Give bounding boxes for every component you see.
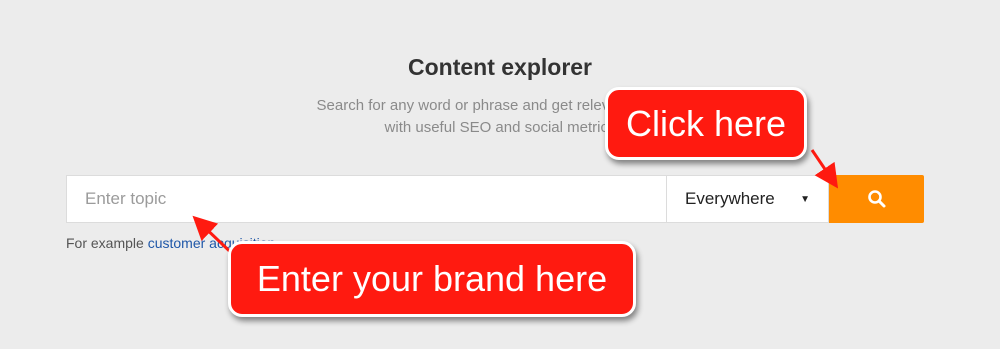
topic-search-input[interactable]	[66, 175, 666, 223]
page-subtitle: Search for any word or phrase and get re…	[0, 95, 1000, 139]
example-prefix: For example	[66, 235, 144, 251]
search-icon	[867, 190, 885, 208]
page-title: Content explorer	[407, 54, 593, 80]
callout-enter-brand: Enter your brand here	[228, 241, 636, 317]
search-button[interactable]	[829, 175, 924, 223]
subtitle-line-2: with useful SEO and social metrics	[384, 119, 616, 136]
scope-dropdown-value: Everywhere	[685, 189, 775, 208]
search-bar: Everywhere ▼	[66, 175, 924, 223]
subtitle-line-1: Search for any word or phrase and get re…	[316, 97, 684, 114]
callout-click-here: Click here	[605, 87, 807, 160]
scope-dropdown[interactable]: Everywhere ▼	[666, 175, 829, 223]
caret-down-icon: ▼	[800, 193, 810, 205]
